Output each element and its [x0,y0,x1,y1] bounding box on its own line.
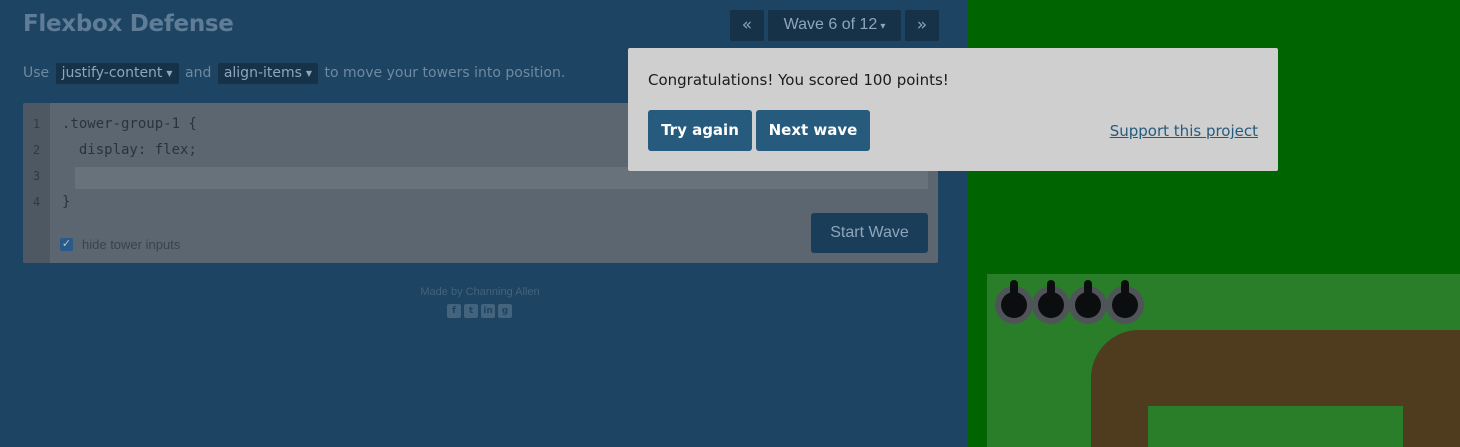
instructions-prefix: Use [23,65,50,81]
align-items-dropdown[interactable]: align-items ▼ [217,63,319,84]
twitter-icon[interactable]: t [464,304,478,318]
result-message: Congratulations! You scored 100 points! [648,71,949,89]
instructions-joiner: and [185,65,212,81]
instructions: Use justify-content ▼ and align-items ▼ to… [23,63,565,84]
tower-icon [1106,280,1144,324]
code-line: } [62,194,71,210]
wave-navigation: « Wave 6 of 12 ▾ » [730,10,939,41]
justify-content-label: justify-content [61,65,163,81]
wave-select[interactable]: Wave 6 of 12 ▾ [768,10,901,41]
hide-tower-inputs-label: hide tower inputs [82,237,181,252]
app-title: Flexbox Defense [23,11,234,37]
next-wave-arrow-button[interactable]: » [905,10,939,41]
tower-icon [1069,280,1107,324]
start-wave-button[interactable]: Start Wave [811,213,928,253]
dropdown-arrow-icon: ▼ [166,69,173,78]
social-links: f t in g [447,304,512,318]
code-line: .tower-group-1 { [62,116,197,132]
credit-text: Made by Channing Allen [420,286,540,298]
chevron-down-icon: ▾ [880,21,886,32]
hide-tower-inputs-toggle[interactable]: ✓ hide tower inputs [60,237,180,252]
try-again-button[interactable]: Try again [648,110,752,151]
line-number: 2 [32,143,41,157]
facebook-icon[interactable]: f [447,304,461,318]
line-number: 4 [32,195,41,209]
dropdown-arrow-icon: ▼ [305,69,313,78]
justify-content-dropdown[interactable]: justify-content ▼ [55,63,179,84]
wave-select-label: Wave 6 of 12 [783,16,878,33]
tower-icon [995,280,1033,324]
result-modal: Congratulations! You scored 100 points! … [628,48,1278,171]
grass-field [987,274,1460,447]
instructions-suffix: to move your towers into position. [324,65,566,81]
line-number: 3 [32,169,41,183]
code-line: display: flex; [62,142,197,158]
linkedin-icon[interactable]: in [481,304,495,318]
path-inner-grass [1148,406,1403,447]
prev-wave-button[interactable]: « [730,10,764,41]
tower-group-1 [995,280,1144,324]
align-items-label: align-items [223,65,302,81]
github-icon[interactable]: g [498,304,512,318]
next-wave-button[interactable]: Next wave [756,110,870,151]
support-project-link[interactable]: Support this project [1110,122,1258,140]
tower-icon [1032,280,1070,324]
checkbox-checked-icon[interactable]: ✓ [60,238,73,251]
line-number: 1 [32,117,41,131]
